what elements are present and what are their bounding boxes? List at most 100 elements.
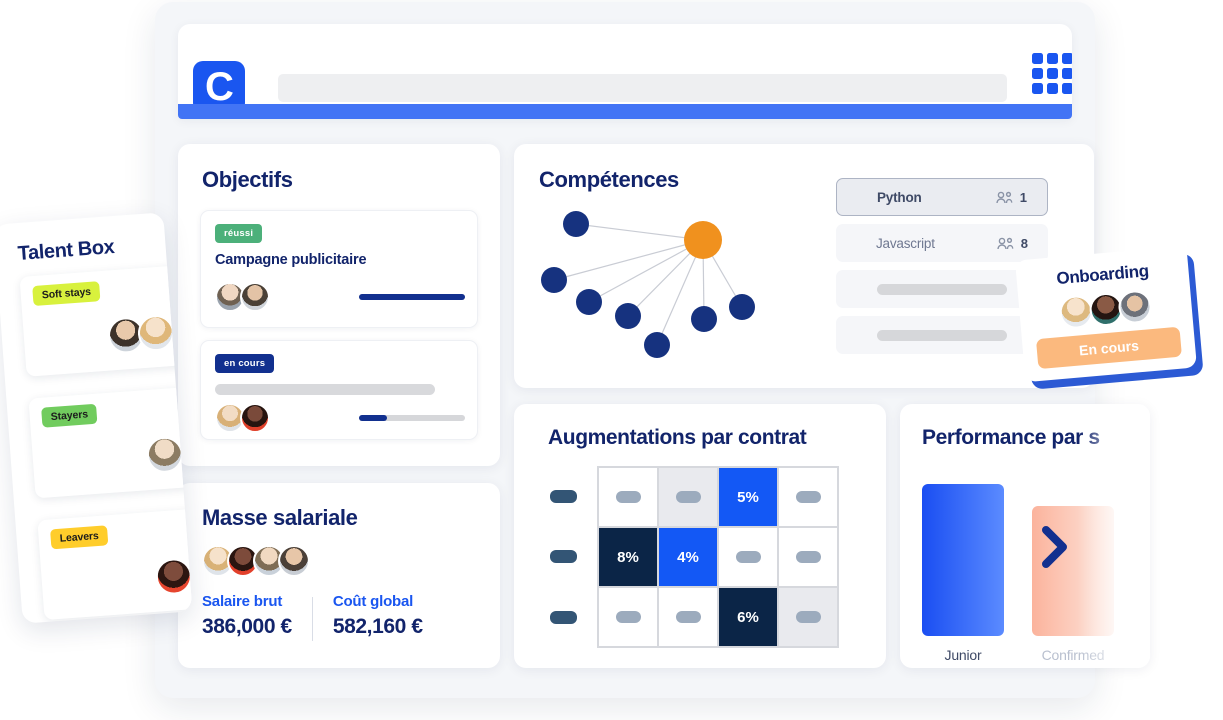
objective-item[interactable]: réussi Campagne publicitaire bbox=[200, 210, 478, 328]
skills-network-graph bbox=[532, 202, 822, 362]
talent-box-item-leavers[interactable]: Leavers bbox=[37, 508, 193, 621]
heatmap-cell-placeholder bbox=[795, 491, 821, 503]
skill-meta: 1 bbox=[996, 190, 1027, 205]
heatmap-cell: 4% bbox=[658, 527, 718, 587]
metric-label: Coût global bbox=[332, 593, 414, 610]
onboarding-card-body: Onboarding En cours bbox=[1015, 245, 1197, 383]
skill-name-placeholder bbox=[877, 283, 1007, 295]
heatmap-cell bbox=[778, 527, 838, 587]
graph-node[interactable] bbox=[576, 289, 602, 315]
skill-name: Javascript bbox=[876, 235, 935, 251]
objective-name: Campagne publicitaire bbox=[215, 252, 367, 268]
status-badge: Leavers bbox=[50, 525, 109, 550]
heatmap-cell bbox=[598, 587, 658, 647]
metric-salaire-brut: Salaire brut 386,000 € bbox=[202, 593, 292, 639]
metric-cout-global: Coût global 582,160 € bbox=[333, 593, 423, 639]
chevron-right-icon bbox=[1042, 526, 1067, 568]
augmentations-card: Augmentations par contrat 5% 8% 4% 6% bbox=[514, 404, 886, 668]
performance-bars: Junior Confirmed bbox=[922, 484, 1114, 663]
objective-progress bbox=[359, 415, 465, 421]
onboarding-card: Onboarding En cours bbox=[1015, 245, 1204, 390]
skills-graph-svg bbox=[541, 211, 755, 358]
onboarding-status-button[interactable]: En cours bbox=[1035, 326, 1182, 370]
page-title-talent-box: Talent Box bbox=[16, 236, 116, 266]
screenshot-root: C Objectifs réussi Campagne publicitaire… bbox=[0, 0, 1223, 720]
metric-label: Salaire brut bbox=[202, 593, 283, 610]
objective-item[interactable]: en cours bbox=[200, 340, 478, 440]
objective-avatars bbox=[215, 403, 271, 433]
graph-node[interactable] bbox=[644, 332, 670, 358]
heatmap-cell bbox=[778, 587, 838, 647]
objectifs-card: Objectifs réussi Campagne publicitaire e… bbox=[178, 144, 500, 466]
avatar bbox=[145, 435, 185, 475]
heatmap-cell-placeholder bbox=[615, 611, 641, 623]
page-title-competences: Compétences bbox=[539, 167, 679, 192]
talent-box-card: Talent Box Soft stays Stayers Leavers bbox=[0, 212, 193, 624]
avatar bbox=[278, 545, 311, 577]
skill-name-placeholder bbox=[877, 329, 1007, 341]
avatar bbox=[154, 557, 193, 596]
status-badge: en cours bbox=[215, 354, 275, 373]
heatmap-row-label bbox=[550, 550, 577, 564]
apps-grid-icon[interactable] bbox=[1030, 51, 1072, 95]
heatmap-cell-placeholder bbox=[735, 551, 761, 563]
metric-divider bbox=[311, 597, 313, 641]
heatmap-cell bbox=[778, 467, 838, 527]
metric-value: 582,160 € bbox=[332, 615, 423, 638]
skill-count: 8 bbox=[1020, 235, 1028, 251]
talent-box-item-soft-stays[interactable]: Soft stays bbox=[19, 265, 187, 377]
graph-node[interactable] bbox=[563, 211, 589, 237]
heatmap-cell bbox=[598, 467, 658, 527]
onboarding-avatars bbox=[1018, 286, 1192, 334]
competences-card: Compétences Python 1 Javascript 8 bbox=[514, 144, 1094, 388]
page-title-objectifs: Objectifs bbox=[202, 167, 293, 192]
heatmap-cell-placeholder bbox=[795, 551, 821, 563]
skill-row-python[interactable]: Python 1 bbox=[836, 178, 1048, 216]
people-icon bbox=[997, 237, 1014, 249]
bar-label: Confirmed bbox=[1041, 647, 1105, 663]
skill-row-javascript[interactable]: Javascript 8 bbox=[836, 224, 1048, 262]
graph-node[interactable] bbox=[541, 267, 567, 293]
skill-count: 1 bbox=[1019, 189, 1027, 205]
objective-progress-fill bbox=[359, 294, 465, 300]
graph-node[interactable] bbox=[691, 306, 717, 332]
heatmap-wrapper: 5% 8% 4% 6% bbox=[550, 466, 839, 648]
heatmap-cell-placeholder bbox=[615, 491, 641, 503]
heatmap-cell: 5% bbox=[718, 467, 778, 527]
heatmap-cell: 8% bbox=[598, 527, 658, 587]
objective-avatars bbox=[215, 282, 271, 312]
topbar-accent-bar bbox=[178, 104, 1072, 119]
heatmap-cell bbox=[658, 467, 718, 527]
graph-node[interactable] bbox=[729, 294, 755, 320]
heatmap-cell-placeholder bbox=[675, 491, 701, 503]
status-badge: Stayers bbox=[41, 403, 98, 428]
objective-name-placeholder bbox=[215, 384, 435, 395]
heatmap-cell-placeholder bbox=[675, 611, 701, 623]
performance-bar-junior: Junior bbox=[922, 484, 1004, 663]
avatar bbox=[240, 403, 271, 433]
bar-label: Junior bbox=[944, 647, 982, 663]
talent-box-item-stayers[interactable]: Stayers bbox=[28, 386, 193, 499]
masse-salariale-card: Masse salariale Salaire brut 386,000 € C… bbox=[178, 483, 500, 668]
heatmap-cell bbox=[658, 587, 718, 647]
objective-progress bbox=[359, 294, 465, 300]
page-title-masse: Masse salariale bbox=[202, 505, 358, 530]
talent-avatars bbox=[154, 557, 193, 596]
people-icon bbox=[996, 191, 1013, 203]
graph-edge bbox=[575, 223, 704, 241]
heatmap-cell-placeholder bbox=[795, 611, 821, 623]
skill-row-placeholder[interactable] bbox=[836, 316, 1048, 354]
search-input[interactable] bbox=[278, 74, 1007, 102]
status-badge: réussi bbox=[215, 224, 263, 243]
heatmap-row-labels bbox=[550, 466, 577, 648]
avatar bbox=[136, 313, 176, 353]
talent-avatars bbox=[145, 435, 185, 475]
skill-name: Python bbox=[877, 189, 922, 205]
bar-confirmed bbox=[1032, 506, 1114, 636]
masse-metrics: Salaire brut 386,000 € Coût global 582,1… bbox=[202, 591, 423, 641]
masse-avatars bbox=[202, 545, 311, 577]
graph-node[interactable] bbox=[615, 303, 641, 329]
objective-progress-fill bbox=[359, 415, 387, 421]
heatmap-row-label bbox=[550, 489, 577, 503]
graph-node-hub[interactable] bbox=[684, 221, 722, 259]
